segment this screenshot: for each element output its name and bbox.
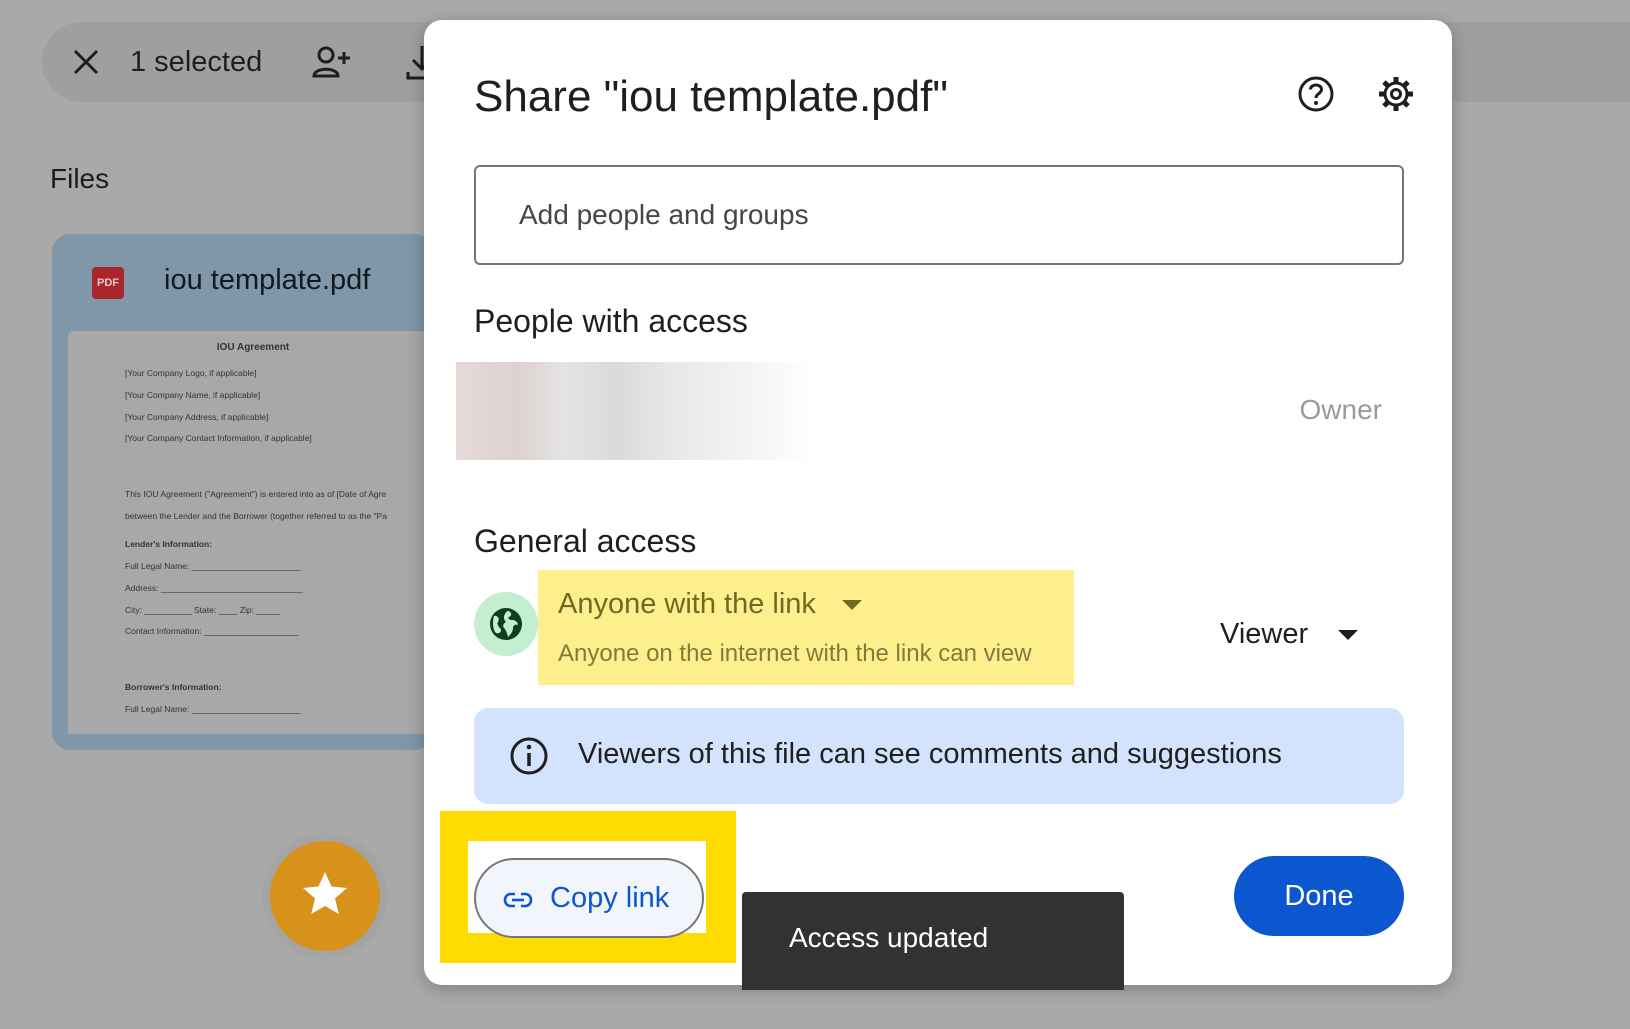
help-icon[interactable] (1296, 74, 1336, 114)
file-name: iou template.pdf (164, 264, 371, 296)
copy-link-button[interactable]: Copy link (474, 858, 704, 938)
files-heading: Files (50, 163, 110, 194)
globe-avatar (474, 592, 538, 656)
preview-title: IOU Agreement (216, 342, 290, 353)
preview-line: Full Legal Name: _______________________ (125, 561, 301, 571)
star-badge-circle (270, 841, 380, 951)
info-icon (510, 737, 548, 775)
chevron-down-icon (841, 600, 862, 611)
info-text: Viewers of this file can see comments an… (578, 738, 1282, 770)
preview-line: [Your Company Contact Information, if ap… (125, 433, 312, 443)
star-icon (303, 872, 347, 914)
role-dropdown[interactable]: Viewer (1220, 618, 1359, 651)
preview-line: Full Legal Name: _______________________ (125, 704, 301, 714)
general-access-heading: General access (474, 523, 697, 559)
dialog-title: Share "iou template.pdf" (474, 72, 948, 121)
general-access-dropdown[interactable]: Anyone with the link (558, 588, 862, 621)
preview-line: between the Lender and the Borrower (tog… (125, 511, 387, 521)
globe-icon (490, 608, 522, 640)
preview-line: Contact Information: ___________________… (125, 626, 299, 636)
preview-line: [Your Company Logo, if applicable] (125, 368, 257, 378)
toast-message: Access updated (789, 922, 989, 953)
redacted-user-info (456, 362, 816, 460)
file-card[interactable]: PDF iou template.pdf IOU Agreement [Your… (52, 234, 438, 750)
person-add-icon[interactable] (310, 42, 352, 84)
chevron-down-icon (1338, 630, 1359, 641)
access-description: Anyone on the internet with the link can… (558, 640, 1032, 667)
preview-line: This IOU Agreement ("Agreement") is ente… (125, 489, 387, 499)
done-button[interactable]: Done (1234, 856, 1404, 936)
general-access-value: Anyone with the link (558, 588, 816, 620)
role-value: Viewer (1220, 618, 1309, 650)
add-people-input[interactable] (474, 165, 1404, 265)
info-banner: Viewers of this file can see comments an… (474, 708, 1404, 804)
preview-line: Address: ______________________________ (125, 583, 303, 593)
snackbar-toast: Access updated (742, 892, 1124, 990)
gear-icon[interactable] (1376, 74, 1416, 114)
close-icon[interactable] (66, 42, 106, 82)
people-with-access-heading: People with access (474, 303, 748, 339)
copy-link-label: Copy link (550, 882, 670, 914)
preview-line: Lender's Information: (125, 539, 213, 549)
selected-count: 1 selected (130, 46, 263, 78)
link-icon (503, 892, 533, 908)
preview-line: [Your Company Address, if applicable] (125, 412, 269, 422)
share-dialog: Share "iou template.pdf" People with acc… (424, 20, 1452, 985)
person-row-owner[interactable]: Owner (456, 362, 1404, 460)
access-highlight: Anyone with the link Anyone on the inter… (538, 570, 1074, 685)
pdf-icon: PDF (92, 267, 124, 299)
preview-line: [Your Company Name, if applicable] (125, 390, 261, 400)
preview-line: Borrower's Information: (125, 682, 222, 692)
preview-line: City: __________ State: ____ Zip: _____ (125, 605, 281, 615)
owner-role-label: Owner (1299, 394, 1382, 425)
file-preview-thumbnail: IOU Agreement [Your Company Logo, if app… (68, 331, 438, 734)
star-badge (262, 833, 388, 959)
